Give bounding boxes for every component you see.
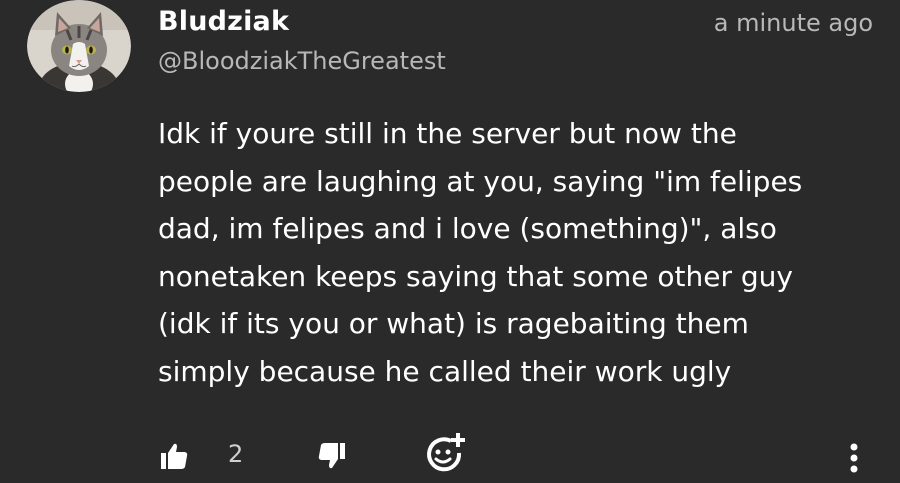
more-options-button[interactable] [838,438,870,478]
thumbs-up-icon [161,443,188,469]
comment-card: Bludziak @BloodziakTheGreatest a minute … [0,0,900,483]
author-handle[interactable]: @BloodziakTheGreatest [158,47,446,75]
cat-avatar-image [27,0,131,92]
comment-actions: 2 [0,433,900,480]
comment-timestamp: a minute ago [713,9,873,37]
like-count: 2 [228,440,244,468]
author-name[interactable]: Bludziak [158,6,289,37]
add-reaction-button[interactable] [422,430,468,476]
dislike-button[interactable] [312,436,352,476]
more-vertical-icon [850,443,858,473]
comment-text: Idk if youre still in the server but now… [158,117,803,388]
thumbs-down-icon [318,443,345,469]
avatar[interactable] [27,0,131,92]
add-reaction-icon [427,433,465,472]
like-button[interactable] [154,436,194,476]
